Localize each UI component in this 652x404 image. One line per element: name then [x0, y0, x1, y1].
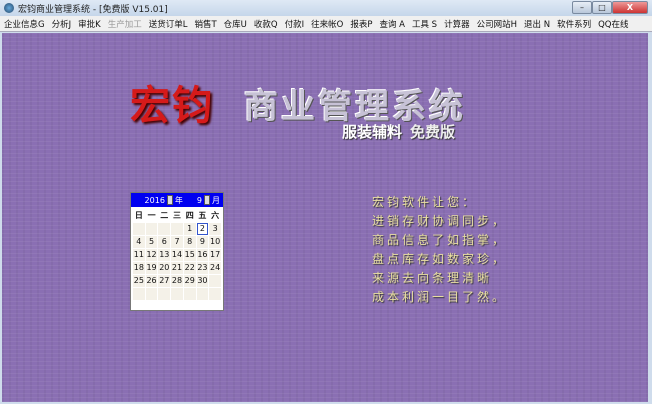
empty-cell — [183, 288, 196, 300]
calendar-day[interactable]: 18 — [133, 262, 145, 274]
slogan: 宏钧软件让您： 进销存财协调同步， 商品信息了如指掌， 盘点库存如数家珍， 来源去向条理… — [372, 193, 507, 307]
slogan-line: 来源去向条理清晰 — [372, 271, 493, 285]
month-label: 月 — [212, 195, 220, 205]
main-area: 宏钧 商业管理系统 服装辅料 免费版 宏钧软件让您： 进销存财协调同步， 商品信息了如… — [2, 33, 648, 402]
weekday-header: 五 — [196, 210, 209, 222]
calendar-day[interactable]: 22 — [183, 262, 196, 274]
menu-item[interactable]: 公司网站H — [477, 18, 517, 30]
calendar-day[interactable]: 12 — [145, 249, 158, 261]
menu-item[interactable]: QQ在线 — [598, 18, 628, 30]
empty-cell — [158, 223, 171, 235]
weekday-header: 日 — [133, 210, 145, 222]
menu-item[interactable]: 审批K — [78, 18, 101, 30]
slogan-line: 商品信息了如指掌， — [372, 233, 508, 247]
menu-item[interactable]: 分析J — [52, 18, 72, 30]
calendar-day[interactable]: 26 — [145, 275, 158, 287]
empty-cell — [158, 288, 171, 300]
empty-cell — [209, 288, 221, 300]
maximize-button[interactable]: □ — [592, 1, 612, 14]
window-title: 宏钧商业管理系统 - [免费版 V15.01] — [18, 4, 168, 15]
calendar-day[interactable]: 10 — [209, 236, 221, 248]
weekday-header: 六 — [209, 210, 221, 222]
menu-item[interactable]: 仓库U — [224, 18, 247, 30]
menu-item[interactable]: 工具 S — [412, 18, 437, 30]
app-icon — [4, 3, 14, 13]
calendar-day[interactable]: 20 — [158, 262, 171, 274]
menu-item[interactable]: 退出 N — [524, 18, 550, 30]
calendar: 2016 年 9月 日一二三四五六 1 2 3 4 5 6 7 8 9 10 11 12 13 14 15 16 1… — [130, 192, 224, 311]
calendar-day[interactable]: 30 — [196, 275, 209, 287]
calendar-day[interactable]: 17 — [209, 249, 221, 261]
calendar-day[interactable]: 8 — [183, 236, 196, 248]
title-bar: 宏钧商业管理系统 - [免费版 V15.01] – □ X — [0, 0, 652, 16]
menu-item[interactable]: 收款Q — [254, 18, 278, 30]
menu-item[interactable]: 企业信息G — [4, 18, 45, 30]
brand-logo: 宏钧 — [130, 82, 214, 129]
empty-cell — [133, 223, 145, 235]
calendar-day[interactable]: 27 — [158, 275, 171, 287]
calendar-day[interactable]: 3 — [209, 223, 221, 235]
calendar-day[interactable]: 25 — [133, 275, 145, 287]
menu-item[interactable]: 计算器 — [444, 18, 470, 30]
year-label: 年 — [174, 195, 183, 205]
menu-item[interactable]: 查询 A — [379, 18, 405, 30]
calendar-day[interactable]: 19 — [145, 262, 158, 274]
menu-bar: 企业信息G 分析J 审批K 生产加工 送货订单L 销售T 仓库U 收款Q 付款I 往来帐O 报表P 查… — [0, 16, 652, 32]
calendar-day[interactable]: 13 — [158, 249, 171, 261]
calendar-day[interactable]: 5 — [145, 236, 158, 248]
close-button[interactable]: X — [612, 1, 648, 14]
menu-item: 生产加工 — [107, 19, 142, 30]
empty-cell — [171, 288, 183, 300]
menu-item[interactable]: 往来帐O — [311, 18, 343, 30]
calendar-day[interactable]: 28 — [171, 275, 183, 287]
calendar-day[interactable]: 4 — [133, 236, 145, 248]
weekday-header: 一 — [145, 210, 158, 222]
edition-name: 服装辅料 — [342, 123, 403, 141]
minimize-button[interactable]: – — [572, 1, 592, 14]
empty-cell — [196, 288, 209, 300]
empty-cell — [145, 223, 158, 235]
calendar-day[interactable]: 29 — [183, 275, 196, 287]
calendar-day[interactable]: 15 — [183, 249, 196, 261]
calendar-day[interactable]: 23 — [196, 262, 209, 274]
calendar-day[interactable]: 11 — [133, 249, 145, 261]
menu-item[interactable]: 软件系列 — [557, 18, 591, 30]
weekday-header: 二 — [158, 210, 171, 222]
empty-cell — [171, 223, 183, 235]
calendar-day[interactable]: 14 — [171, 249, 183, 261]
year-spinner[interactable] — [166, 195, 173, 205]
calendar-day[interactable]: 24 — [209, 262, 221, 274]
empty-cell — [133, 288, 145, 300]
month-spinner[interactable] — [204, 195, 210, 205]
calendar-day-selected[interactable]: 2 — [196, 223, 209, 235]
weekday-header: 三 — [171, 210, 183, 222]
empty-cell — [209, 275, 221, 287]
slogan-line: 进销存财协调同步， — [372, 214, 508, 228]
menu-item[interactable]: 付款I — [285, 18, 305, 30]
edition-label: 服装辅料 免费版 — [342, 121, 455, 142]
slogan-line: 盘点库存如数家珍， — [372, 252, 508, 266]
calendar-grid: 日一二三四五六 1 2 3 4 5 6 7 8 9 10 11 12 13 14 15 16 17 18 19 20 21… — [131, 207, 223, 303]
calendar-day[interactable]: 6 — [158, 236, 171, 248]
menu-item[interactable]: 送货订单L — [149, 18, 188, 30]
weekday-header: 四 — [183, 210, 196, 222]
menu-item[interactable]: 销售T — [194, 18, 216, 30]
calendar-header: 2016 年 9月 — [131, 193, 223, 207]
slogan-line: 成本利润一目了然。 — [372, 290, 508, 304]
year-value: 2016 — [144, 195, 165, 205]
calendar-day[interactable]: 7 — [171, 236, 183, 248]
calendar-day[interactable]: 21 — [171, 262, 183, 274]
slogan-line: 宏钧软件让您： — [372, 195, 478, 209]
calendar-day[interactable]: 9 — [196, 236, 209, 248]
calendar-day[interactable]: 1 — [183, 223, 196, 235]
menu-item[interactable]: 报表P — [350, 18, 372, 30]
calendar-day[interactable]: 16 — [196, 249, 209, 261]
free-label: 免费版 — [410, 123, 456, 141]
empty-cell — [145, 288, 158, 300]
month-value: 9 — [196, 195, 202, 205]
